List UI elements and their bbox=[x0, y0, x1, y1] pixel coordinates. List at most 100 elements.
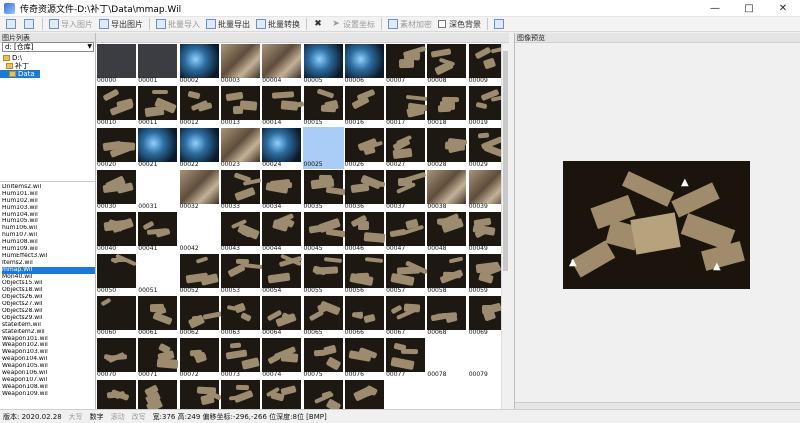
window-button[interactable] bbox=[491, 18, 509, 31]
thumbnail-cell[interactable]: 00060 bbox=[96, 295, 137, 337]
file-list-item[interactable]: Objects18.wil bbox=[2, 287, 95, 294]
thumbnail-cell[interactable]: 00070 bbox=[96, 337, 137, 379]
thumbnail-cell[interactable]: 00038 bbox=[426, 169, 467, 211]
thumbnail-cell[interactable]: 00054 bbox=[261, 253, 303, 295]
thumbnail-cell[interactable]: 00015 bbox=[303, 85, 344, 127]
open-button[interactable] bbox=[3, 18, 21, 31]
thumbnail-cell[interactable]: 00017 bbox=[385, 85, 429, 127]
file-list-item[interactable]: Weapon109.wil bbox=[2, 391, 95, 398]
file-list-item[interactable]: DnItems2.wil bbox=[2, 184, 95, 191]
file-list-item[interactable]: weapon106.wil bbox=[2, 370, 95, 377]
thumbnail-cell[interactable]: 00081 bbox=[137, 379, 178, 409]
thumbnail-cell[interactable]: 00034 bbox=[261, 169, 302, 211]
thumbnail-cell[interactable]: 00071 bbox=[137, 337, 179, 379]
thumbnail-cell[interactable]: 00053 bbox=[220, 253, 264, 295]
thumbnail-cell[interactable]: 00002 bbox=[179, 43, 220, 85]
thumbnail-cell[interactable]: 00073 bbox=[220, 337, 261, 379]
thumbnail-cell[interactable]: 00080 bbox=[96, 379, 137, 409]
thumbnail-cell[interactable]: 00001 bbox=[137, 43, 178, 85]
thumbnail-cell[interactable]: 00065 bbox=[303, 295, 344, 337]
thumbnail-cell[interactable]: 00012 bbox=[179, 85, 220, 127]
save-button[interactable] bbox=[21, 18, 39, 31]
tree-item-root[interactable]: D:\ bbox=[0, 54, 95, 62]
thumbnail-cell[interactable]: 00004 bbox=[261, 43, 302, 85]
thumbnail-cell[interactable]: 00046 bbox=[344, 211, 386, 253]
thumbnail-cell[interactable]: 00083 bbox=[220, 379, 261, 409]
thumbnail-cell[interactable]: 00042 bbox=[179, 211, 220, 253]
thumbnail-cell[interactable]: 00087 bbox=[385, 379, 426, 409]
file-list-item[interactable]: Objects26.wil bbox=[2, 294, 95, 301]
file-list-item[interactable]: Weapon105.wil bbox=[2, 363, 95, 370]
thumbnail-cell[interactable]: 00008 bbox=[426, 43, 467, 85]
thumbnail-cell[interactable]: 00011 bbox=[137, 85, 178, 127]
thumbnail-cell[interactable]: 00033 bbox=[220, 169, 262, 211]
thumbnail-cell[interactable]: 00072 bbox=[179, 337, 220, 379]
thumbnail-cell[interactable]: 00078 bbox=[426, 337, 467, 379]
file-list-item[interactable]: Objects29.wil bbox=[2, 315, 95, 322]
maximize-icon[interactable]: □ bbox=[732, 0, 766, 17]
thumbnail-cell[interactable]: 00014 bbox=[261, 85, 305, 127]
file-list-item[interactable]: Weapon102.wil bbox=[2, 342, 95, 349]
file-list-item[interactable]: Objects28.wil bbox=[2, 308, 95, 315]
thumbnail-cell[interactable]: 00055 bbox=[303, 253, 344, 295]
file-list-item[interactable]: mmap.Wil bbox=[2, 266, 95, 274]
file-list-item[interactable]: Weapon101.wil bbox=[2, 336, 95, 343]
file-list-item[interactable]: Hum103.wil bbox=[2, 205, 95, 212]
file-list-item[interactable]: hum106.wil bbox=[2, 225, 95, 232]
thumbnail-cell[interactable]: 00084 bbox=[261, 379, 302, 409]
thumbnail-cell[interactable]: 00006 bbox=[344, 43, 385, 85]
batch-convert-button[interactable]: 批量转换 bbox=[253, 18, 303, 31]
thumbnail-cell[interactable]: 00067 bbox=[385, 295, 426, 337]
thumbnail-cell[interactable]: 00041 bbox=[137, 211, 178, 253]
thumbnail-cell[interactable]: 00085 bbox=[303, 379, 344, 409]
thumbnail-cell[interactable]: 00007 bbox=[385, 43, 427, 85]
thumbnail-cell[interactable]: 00047 bbox=[385, 211, 426, 253]
thumbnail-cell[interactable]: 00057 bbox=[385, 253, 429, 295]
thumbnail-cell[interactable]: 00031 bbox=[137, 169, 178, 211]
thumbnail-cell[interactable]: 00037 bbox=[385, 169, 427, 211]
thumbnail-cell[interactable]: 00086 bbox=[344, 379, 385, 409]
thumbnail-cell[interactable]: 00023 bbox=[220, 127, 261, 169]
delete-button[interactable]: ✖ bbox=[310, 18, 328, 31]
file-list-item[interactable]: Items2.wil bbox=[2, 260, 95, 267]
file-list-item[interactable]: hum107.wil bbox=[2, 232, 95, 239]
thumbnail-cell[interactable]: 00061 bbox=[137, 295, 178, 337]
thumbnail-cell[interactable]: 00074 bbox=[261, 337, 302, 379]
batch-export-button[interactable]: 批量导出 bbox=[203, 18, 253, 31]
tree-item-patch[interactable]: 补丁 bbox=[0, 62, 95, 70]
thumbnail-cell[interactable]: 00088 bbox=[426, 379, 467, 409]
thumbnail-cell[interactable]: 00018 bbox=[426, 85, 467, 127]
thumbnail-cell[interactable]: 00003 bbox=[220, 43, 261, 85]
file-list-item[interactable]: Hum101.wil bbox=[2, 191, 95, 198]
thumbnail-cell[interactable]: 00026 bbox=[344, 127, 385, 169]
batch-import-button[interactable]: 批量导入 bbox=[153, 18, 203, 31]
thumbnail-cell[interactable]: 00052 bbox=[179, 253, 220, 295]
thumbnail-cell[interactable]: 00063 bbox=[220, 295, 261, 337]
thumbnail-cell[interactable]: 00022 bbox=[179, 127, 220, 169]
file-list-item[interactable]: Hum109.wil bbox=[2, 246, 95, 253]
thumbnail-cell[interactable]: 00044 bbox=[261, 211, 302, 253]
thumbnail-cell[interactable]: 00010 bbox=[96, 85, 137, 127]
preview-scrollbar[interactable] bbox=[515, 402, 800, 409]
minimize-icon[interactable]: — bbox=[698, 0, 732, 17]
grid-scrollbar[interactable] bbox=[501, 43, 509, 409]
thumbnail-cell[interactable]: 00058 bbox=[426, 253, 467, 295]
thumbnail-cell[interactable]: 00077 bbox=[385, 337, 426, 379]
file-list-item[interactable]: Weapon103.wil bbox=[2, 349, 95, 356]
drive-select[interactable]: d: [仓库] ▼ bbox=[2, 42, 94, 52]
file-list-item[interactable]: Hum108.wil bbox=[2, 239, 95, 246]
thumbnail-cell[interactable]: 00040 bbox=[96, 211, 137, 253]
file-list-item[interactable]: weapon104.wil bbox=[2, 356, 95, 363]
file-list-item[interactable]: Weapon108.wil bbox=[2, 384, 95, 391]
encrypt-button[interactable]: 素材加密 bbox=[385, 18, 435, 31]
thumbnail-cell[interactable]: 00024 bbox=[261, 127, 302, 169]
thumbnail-cell[interactable]: 00000 bbox=[96, 43, 137, 85]
thumbnail-cell[interactable]: 00020 bbox=[96, 127, 137, 169]
thumbnail-cell[interactable]: 00027 bbox=[385, 127, 426, 169]
thumbnail-cell[interactable]: 00035 bbox=[303, 169, 346, 211]
file-list-item[interactable]: Objects27.wil bbox=[2, 301, 95, 308]
thumbnail-cell[interactable]: 00013 bbox=[220, 85, 261, 127]
chevron-down-icon[interactable]: ▼ bbox=[87, 43, 92, 51]
thumbnail-cell[interactable]: 00075 bbox=[303, 337, 344, 379]
thumbnail-cell[interactable]: 00068 bbox=[426, 295, 467, 337]
